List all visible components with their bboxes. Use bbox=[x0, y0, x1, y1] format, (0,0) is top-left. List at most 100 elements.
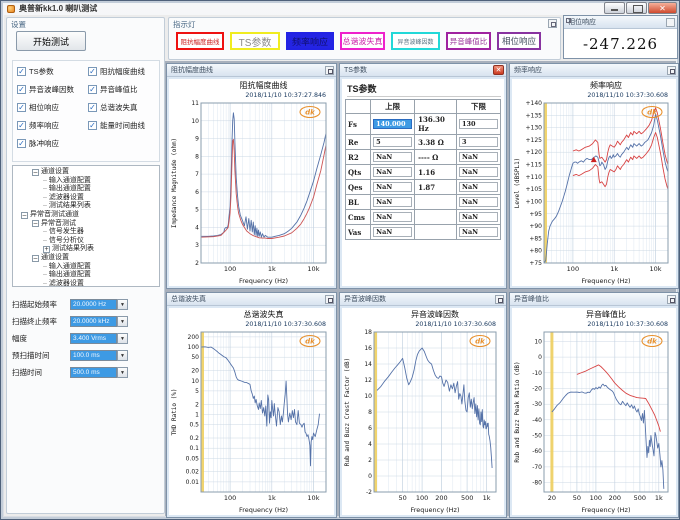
test-checkbox[interactable]: ✓总谐波失真 bbox=[88, 102, 159, 113]
ts-lower-limit-input[interactable]: NaN bbox=[459, 167, 498, 177]
ts-panel-titlebar[interactable]: TS参数 ✕ bbox=[340, 64, 506, 77]
indicator-light[interactable]: 频率响应 bbox=[286, 32, 334, 50]
restore-icon[interactable] bbox=[667, 66, 676, 75]
start-test-button[interactable]: 开始测试 bbox=[16, 31, 86, 51]
panel-title: 异音波峰因数 bbox=[344, 294, 386, 304]
svg-text:0.02: 0.02 bbox=[186, 469, 200, 476]
ts-upper-limit-input[interactable]: NaN bbox=[373, 167, 412, 177]
indicator-light-list: 阻抗幅度曲线 TS参数频率响应总谐波失真异音波峰因数异音峰值比相位响应 bbox=[176, 32, 541, 50]
ts-table-row: QtsNaN1.16NaN bbox=[346, 165, 501, 180]
ts-lower-limit-input[interactable]: NaN bbox=[459, 152, 498, 162]
ts-table-body: Fs140.000136.30 Hz130Re53.38 Ω3R2NaN----… bbox=[346, 114, 501, 240]
minimize-button[interactable] bbox=[604, 2, 625, 14]
tree-item[interactable]: –输出通道配置 bbox=[13, 271, 159, 280]
peak-panel-titlebar[interactable]: 异音峰值比 bbox=[510, 293, 678, 306]
svg-text:100: 100 bbox=[590, 494, 602, 502]
indicator-light[interactable]: 异音峰值比 bbox=[446, 32, 491, 50]
field-value-input[interactable]: 500.0 ms bbox=[70, 367, 117, 378]
dropdown-arrow-icon[interactable]: ▼ bbox=[117, 333, 128, 344]
tree-item[interactable]: –异常音测试通道 bbox=[13, 211, 159, 220]
restore-icon[interactable] bbox=[325, 295, 334, 304]
impedance-panel-titlebar[interactable]: 阻抗幅度曲线 bbox=[167, 64, 336, 77]
dropdown-arrow-icon[interactable]: ▼ bbox=[117, 367, 128, 378]
tree-item[interactable]: –通道设置 bbox=[13, 168, 159, 177]
dropdown-arrow-icon[interactable]: ▼ bbox=[117, 316, 128, 327]
svg-text:100: 100 bbox=[567, 265, 579, 273]
tree-item[interactable]: –信号发生器 bbox=[13, 228, 159, 237]
close-icon[interactable]: ✕ bbox=[493, 65, 504, 75]
test-checkbox[interactable]: ✓TS参数 bbox=[17, 66, 88, 77]
checkbox-check-icon: ✓ bbox=[17, 85, 26, 94]
tree-item[interactable]: –测试结果列表 bbox=[13, 202, 159, 211]
field-value-input[interactable]: 20.0000 kHz bbox=[70, 316, 117, 327]
ts-upper-limit-input[interactable]: 5 bbox=[373, 137, 412, 147]
test-checkbox[interactable]: ✓能量时间曲线 bbox=[88, 120, 159, 131]
ts-lower-limit-input[interactable]: NaN bbox=[459, 227, 498, 237]
ts-upper-limit-input[interactable]: NaN bbox=[373, 152, 412, 162]
svg-text:dk: dk bbox=[475, 338, 486, 346]
field-value-input[interactable]: 100.0 ms bbox=[70, 350, 117, 361]
indicator-light[interactable]: TS参数 bbox=[230, 32, 280, 50]
collapse-icon[interactable] bbox=[548, 19, 557, 28]
collapse-node-icon[interactable]: – bbox=[32, 169, 39, 176]
ts-measured-value bbox=[415, 195, 457, 210]
window-titlebar[interactable]: 奥普新kk1.0 喇叭测试 bbox=[4, 2, 676, 15]
restore-icon[interactable] bbox=[667, 295, 676, 304]
restore-icon[interactable] bbox=[325, 66, 334, 75]
tree-item[interactable]: +测试结果列表 bbox=[13, 245, 159, 254]
ts-param-name: Cms bbox=[346, 210, 371, 225]
svg-text:+90: +90 bbox=[529, 223, 542, 230]
test-checkbox[interactable]: ✓异音波峰因数 bbox=[17, 84, 88, 95]
ts-lower-limit-input[interactable]: 3 bbox=[459, 137, 498, 147]
collapse-node-icon[interactable]: – bbox=[32, 255, 39, 262]
test-checkbox[interactable]: ✓异音峰值比 bbox=[88, 84, 159, 95]
indicator-light[interactable]: 异音波峰因数 bbox=[391, 32, 440, 50]
ts-upper-limit-input[interactable]: NaN bbox=[373, 212, 412, 222]
collapse-node-icon[interactable]: – bbox=[32, 220, 39, 227]
thd-panel-titlebar[interactable]: 总谐波失真 bbox=[167, 293, 336, 306]
expand-node-icon[interactable]: + bbox=[43, 246, 50, 253]
test-checkbox[interactable]: ✓相位响应 bbox=[17, 102, 88, 113]
indicator-light[interactable]: 总谐波失真 bbox=[340, 32, 385, 50]
collapse-icon[interactable] bbox=[666, 18, 675, 27]
restore-icon[interactable] bbox=[495, 295, 504, 304]
indicator-light[interactable]: 阻抗幅度曲线 bbox=[176, 32, 224, 50]
svg-text:14: 14 bbox=[364, 361, 372, 368]
tree-item[interactable]: –输入通道配置 bbox=[13, 177, 159, 186]
dropdown-arrow-icon[interactable]: ▼ bbox=[117, 299, 128, 310]
tree-item[interactable]: –异常音测试 bbox=[13, 220, 159, 229]
tree-item[interactable]: –滤波器设置 bbox=[13, 280, 159, 287]
ts-upper-limit-input[interactable]: NaN bbox=[373, 197, 412, 207]
tree-item[interactable]: –输入通道配置 bbox=[13, 263, 159, 272]
ts-upper-limit-input[interactable]: 140.000 bbox=[373, 119, 412, 129]
field-value-input[interactable]: 20.0000 Hz bbox=[70, 299, 117, 310]
ts-upper-limit-input[interactable]: NaN bbox=[373, 227, 412, 237]
test-checkbox[interactable]: ✓脉冲响应 bbox=[17, 138, 88, 149]
svg-text:11: 11 bbox=[191, 100, 199, 107]
indicator-light[interactable]: 相位响应 bbox=[497, 32, 541, 50]
tree-item[interactable]: –输出通道配置 bbox=[13, 185, 159, 194]
svg-text:4: 4 bbox=[195, 224, 199, 231]
collapse-node-icon[interactable]: – bbox=[21, 212, 28, 219]
crest-panel-titlebar[interactable]: 异音波峰因数 bbox=[340, 293, 506, 306]
ts-lower-limit-input[interactable]: NaN bbox=[459, 212, 498, 222]
ts-parameters-panel: TS参数 ✕ TS参数 上限 下限 bbox=[339, 63, 507, 289]
dropdown-arrow-icon[interactable]: ▼ bbox=[117, 350, 128, 361]
svg-text:异音峰值比: 异音峰值比 bbox=[586, 309, 626, 319]
tree-item[interactable]: –通道设置 bbox=[13, 254, 159, 263]
tree-item-label: 输入通道配置 bbox=[49, 177, 91, 186]
test-checkbox[interactable]: ✓频率响应 bbox=[17, 120, 88, 131]
ts-lower-limit-input[interactable]: 130 bbox=[459, 119, 498, 129]
test-checkbox[interactable]: ✓阻抗幅度曲线 bbox=[88, 66, 159, 77]
phase-display-titlebar[interactable]: 相位响应 bbox=[564, 16, 677, 29]
ts-lower-limit-input[interactable]: NaN bbox=[459, 182, 498, 192]
ts-lower-limit-input[interactable]: NaN bbox=[459, 197, 498, 207]
maximize-button[interactable] bbox=[626, 2, 647, 14]
field-value-input[interactable]: 3.400 Vrms bbox=[70, 333, 117, 344]
svg-text:9: 9 bbox=[195, 136, 199, 143]
ts-upper-limit-input[interactable]: NaN bbox=[373, 182, 412, 192]
freq-panel-titlebar[interactable]: 频率响应 bbox=[510, 64, 678, 77]
field-label: 扫描时间 bbox=[12, 367, 70, 378]
close-button[interactable] bbox=[648, 2, 677, 14]
ts-col-upper: 上限 bbox=[371, 100, 415, 114]
